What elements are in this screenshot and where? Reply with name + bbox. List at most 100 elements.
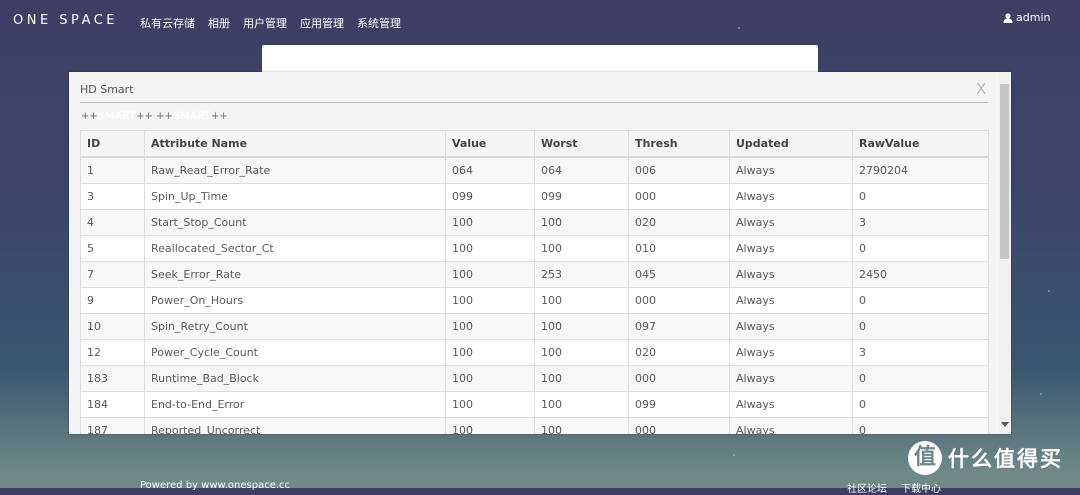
cell-attribute-name: Runtime_Bad_Block — [144, 365, 446, 392]
scroll-down-arrow-icon[interactable] — [1001, 422, 1009, 427]
cell-id: 1 — [80, 156, 145, 184]
cell-thresh: 020 — [628, 209, 730, 236]
dialog-scrollbar[interactable] — [999, 72, 1011, 434]
cell-attribute-name: Seek_Error_Rate — [144, 261, 446, 288]
cell-updated: Always — [729, 391, 853, 418]
table-row[interactable]: 5 Reallocated_Sector_Ct 100 100 010 Always 0 — [80, 235, 989, 262]
col-header-id[interactable]: ID — [80, 130, 145, 158]
watermark: 值 什么值得买 — [908, 441, 1063, 475]
col-header-value[interactable]: Value — [445, 130, 535, 158]
table-row[interactable]: 9 Power_On_Hours 100 100 000 Always 0 — [80, 287, 989, 314]
cell-attribute-name: Reallocated_Sector_Ct — [144, 235, 446, 262]
subhead-mid: ++ ++ — [136, 111, 173, 122]
cell-worst: 064 — [534, 156, 629, 184]
cell-id: 7 — [80, 261, 145, 288]
cell-updated: Always — [729, 417, 853, 434]
cell-thresh: 045 — [628, 261, 730, 288]
subhead-smart-1: SMART — [97, 111, 137, 122]
cell-updated: Always — [729, 287, 853, 314]
table-row[interactable]: 184 End-to-End_Error 100 100 099 Always 0 — [80, 391, 989, 418]
cell-attribute-name: Power_Cycle_Count — [144, 339, 446, 366]
cell-rawvalue: 3 — [852, 339, 989, 366]
smart-subheading: ++SMART++ ++SMART++ — [81, 111, 228, 122]
cell-worst: 253 — [534, 261, 629, 288]
cell-attribute-name: Start_Stop_Count — [144, 209, 446, 236]
cell-rawvalue: 0 — [852, 313, 989, 340]
close-button[interactable]: X — [976, 80, 986, 98]
cell-value: 064 — [445, 156, 535, 184]
cell-thresh: 010 — [628, 235, 730, 262]
cell-attribute-name: End-to-End_Error — [144, 391, 446, 418]
table-row[interactable]: 12 Power_Cycle_Count 100 100 020 Always 3 — [80, 339, 989, 366]
cell-value: 100 — [445, 391, 535, 418]
cell-thresh: 000 — [628, 287, 730, 314]
nav-item-album[interactable]: 相册 — [208, 15, 230, 31]
background-star — [1048, 290, 1050, 292]
subhead-suffix: ++ — [211, 111, 228, 122]
table-row[interactable]: 183 Runtime_Bad_Block 100 100 000 Always 0 — [80, 365, 989, 392]
table-row[interactable]: 10 Spin_Retry_Count 100 100 097 Always 0 — [80, 313, 989, 340]
cell-worst: 100 — [534, 235, 629, 262]
cell-thresh: 006 — [628, 156, 730, 184]
table-row[interactable]: 1 Raw_Read_Error_Rate 064 064 006 Always 27902… — [80, 156, 989, 184]
cell-attribute-name: Raw_Read_Error_Rate — [144, 156, 446, 184]
smart-attribute-table: ID Attribute Name Value Worst Thresh Upd… — [80, 130, 989, 434]
cell-updated: Always — [729, 183, 853, 210]
table-row[interactable]: 7 Seek_Error_Rate 100 253 045 Always 2450 — [80, 261, 989, 288]
background-star — [1040, 393, 1042, 395]
cell-rawvalue: 3 — [852, 209, 989, 236]
cell-rawvalue: 0 — [852, 183, 989, 210]
cell-thresh: 000 — [628, 417, 730, 434]
top-bar: ONE SPACE 私有云存储 相册 用户管理 应用管理 系统管理 admin — [0, 0, 1080, 40]
table-row[interactable]: 4 Start_Stop_Count 100 100 020 Always 3 — [80, 209, 989, 236]
nav-item-system-management[interactable]: 系统管理 — [357, 15, 401, 31]
cell-value: 100 — [445, 209, 535, 236]
col-header-thresh[interactable]: Thresh — [628, 130, 730, 158]
main-nav: 私有云存储 相册 用户管理 应用管理 系统管理 — [140, 15, 401, 31]
table-row[interactable]: 3 Spin_Up_Time 099 099 000 Always 0 — [80, 183, 989, 210]
nav-item-app-management[interactable]: 应用管理 — [300, 15, 344, 31]
background-star — [733, 454, 735, 456]
cell-id: 9 — [80, 287, 145, 314]
cell-value: 100 — [445, 339, 535, 366]
cell-rawvalue: 0 — [852, 287, 989, 314]
col-header-updated[interactable]: Updated — [729, 130, 853, 158]
cell-updated: Always — [729, 156, 853, 184]
subhead-prefix: ++ — [81, 111, 98, 122]
nav-item-private-cloud[interactable]: 私有云存储 — [140, 15, 195, 31]
dialog-title: HD Smart — [80, 83, 134, 96]
cell-value: 100 — [445, 261, 535, 288]
col-header-worst[interactable]: Worst — [534, 130, 629, 158]
cell-value: 100 — [445, 365, 535, 392]
col-header-attribute-name[interactable]: Attribute Name — [144, 130, 446, 158]
brand-logo[interactable]: ONE SPACE — [13, 13, 118, 28]
cell-attribute-name: Power_On_Hours — [144, 287, 446, 314]
cell-thresh: 000 — [628, 365, 730, 392]
watermark-text: 什么值得买 — [948, 447, 1063, 471]
cell-worst: 100 — [534, 209, 629, 236]
cell-id: 4 — [80, 209, 145, 236]
table-row[interactable]: 187 Reported_Uncorrect 100 100 000 Always 0 — [80, 417, 989, 434]
smart-table-container[interactable]: ID Attribute Name Value Worst Thresh Upd… — [80, 130, 989, 434]
cell-updated: Always — [729, 313, 853, 340]
cell-value: 099 — [445, 183, 535, 210]
cell-value: 100 — [445, 287, 535, 314]
cell-rawvalue: 2450 — [852, 261, 989, 288]
powered-by-text: Powered by www.onespace.cc — [140, 480, 291, 491]
cell-attribute-name: Spin_Retry_Count — [144, 313, 446, 340]
user-menu[interactable]: admin — [1003, 11, 1050, 24]
table-header-row: ID Attribute Name Value Worst Thresh Upd… — [80, 130, 989, 158]
cell-worst: 100 — [534, 391, 629, 418]
cell-rawvalue: 0 — [852, 417, 989, 434]
cell-thresh: 000 — [628, 183, 730, 210]
cell-value: 100 — [445, 417, 535, 434]
nav-item-user-management[interactable]: 用户管理 — [243, 15, 287, 31]
scrollbar-thumb[interactable] — [1000, 84, 1009, 259]
cell-thresh: 097 — [628, 313, 730, 340]
cell-worst: 100 — [534, 339, 629, 366]
cell-attribute-name: Spin_Up_Time — [144, 183, 446, 210]
col-header-rawvalue[interactable]: RawValue — [852, 130, 989, 158]
cell-id: 10 — [80, 313, 145, 340]
cell-worst: 100 — [534, 287, 629, 314]
cell-worst: 100 — [534, 313, 629, 340]
